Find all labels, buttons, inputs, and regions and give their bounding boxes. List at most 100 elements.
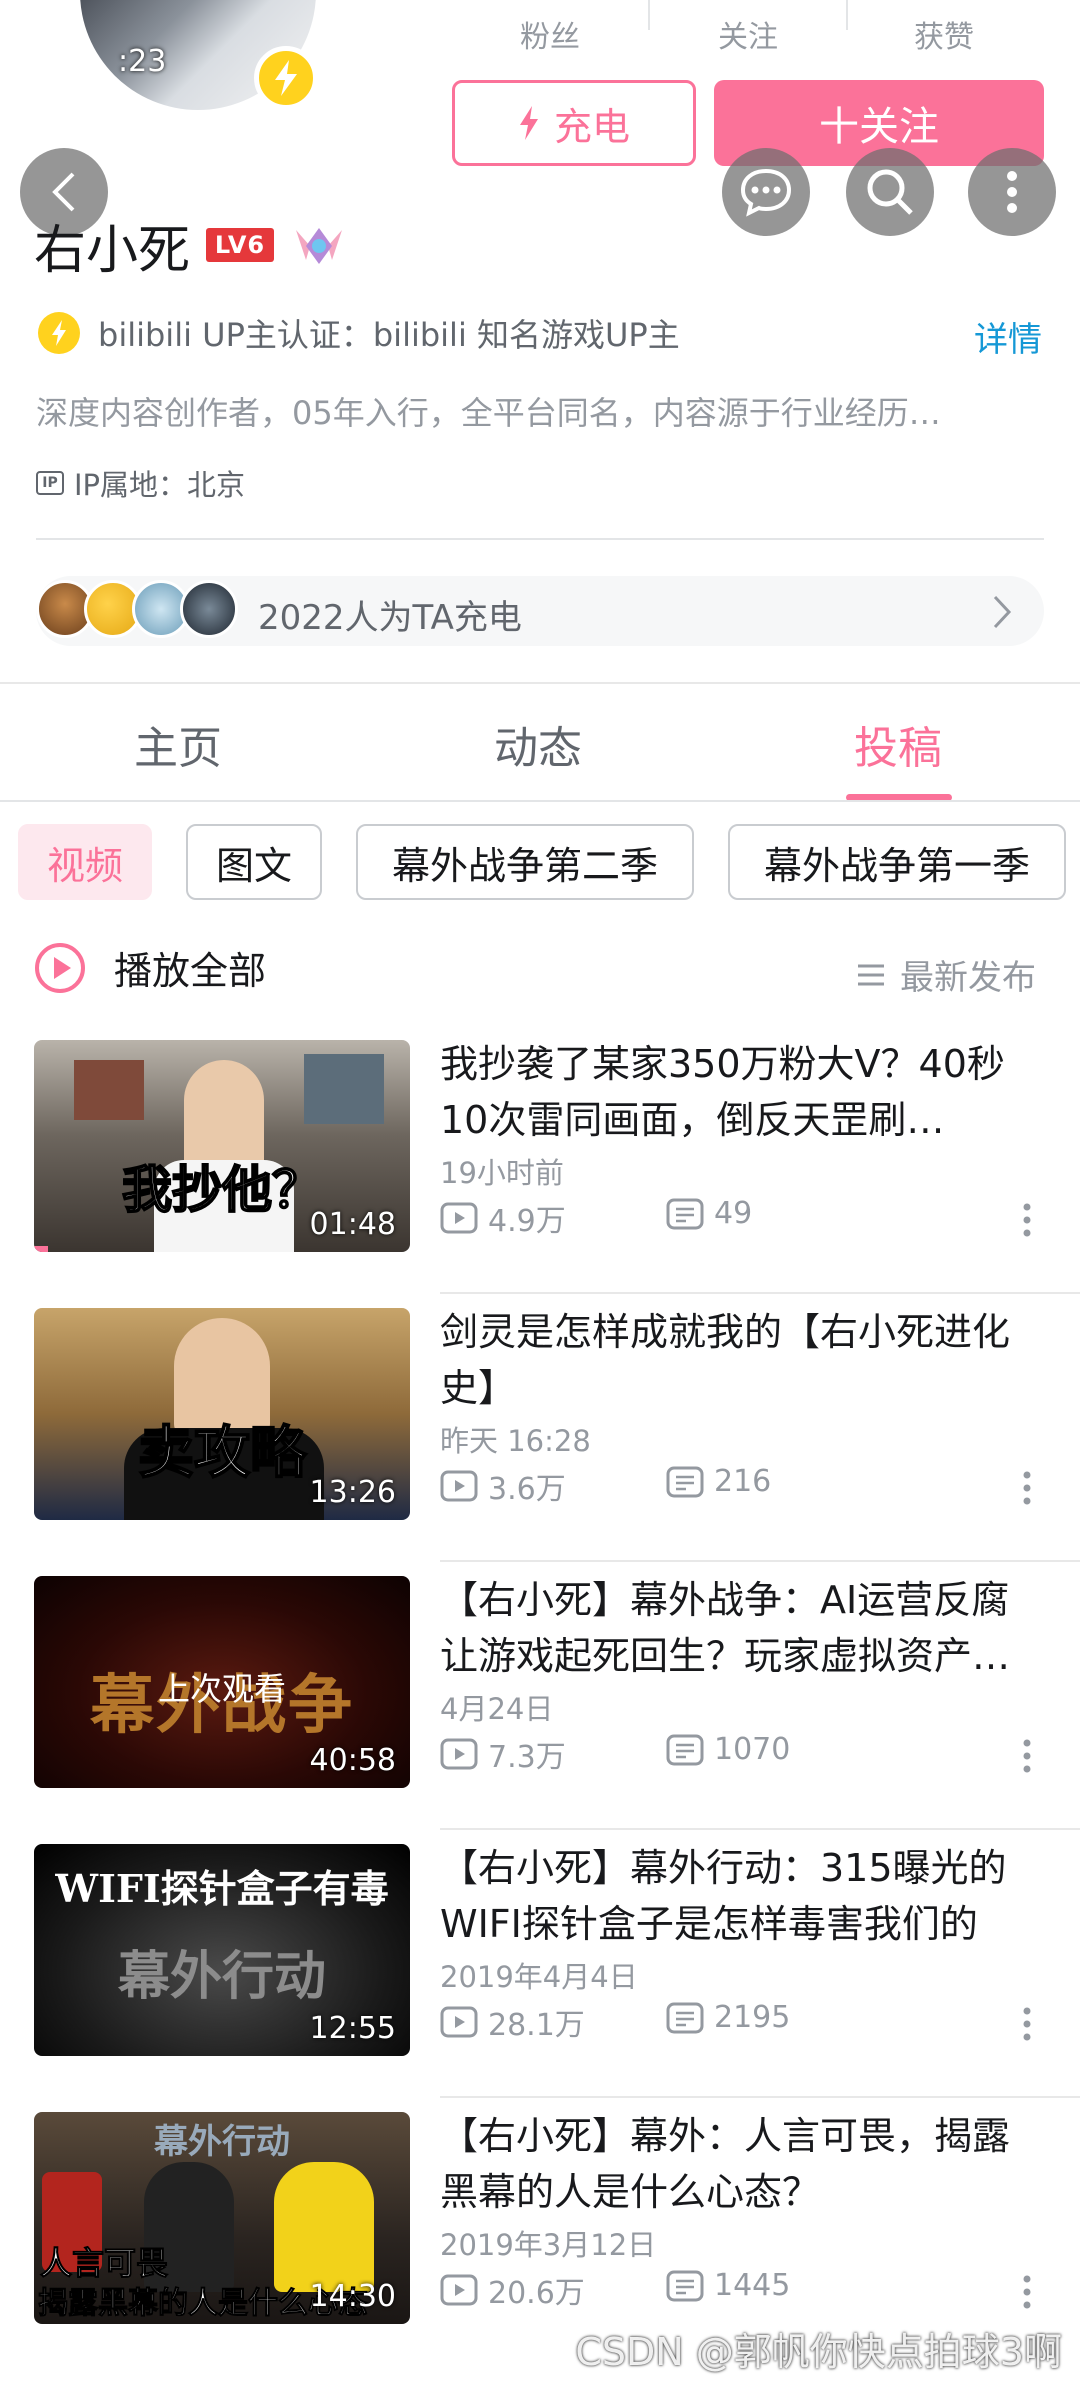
ip-text: IP属地：北京 [74, 468, 246, 502]
ip-icon: IP [36, 471, 64, 495]
view-count-value: 7.3万 [488, 1740, 566, 1775]
video-item[interactable]: WIFI探针盒子有毒 幕外行动 12:55 【右小死】幕外行动：315曝光的WI… [0, 1830, 1080, 2098]
video-title[interactable]: 【右小死】幕外战争：AI运营反腐让游戏起死回生？玩家虚拟资产… [440, 1572, 1040, 1684]
video-date: 2019年3月12日 [440, 2228, 657, 2262]
duration: 13:26 [309, 1475, 396, 1510]
video-thumbnail[interactable]: 幕外行动 人言可畏 揭露黑幕的人是什么心态 14:30 [34, 2112, 410, 2324]
charge-count-text: 2022人为TA充电 [258, 598, 522, 638]
more-vertical-icon[interactable] [1022, 1470, 1032, 1510]
tab-home[interactable]: 主页 [134, 712, 222, 776]
intro-text[interactable]: 深度内容创作者，05年入行，全平台同名，内容源于行业经历… [36, 388, 1036, 434]
video-date: 19小时前 [440, 1156, 564, 1190]
video-thumbnail[interactable]: 卖攻略 13:26 [34, 1308, 410, 1520]
comment-count: 2195 [666, 2000, 790, 2035]
comment-icon [666, 1734, 704, 1765]
video-item[interactable]: 幕外战争 上次观看 40:58 【右小死】幕外战争：AI运营反腐让游戏起死回生？… [0, 1562, 1080, 1830]
chat-bubble-icon [740, 168, 792, 217]
list-sort-icon [858, 964, 884, 985]
video-date: 昨天 16:28 [440, 1424, 591, 1458]
play-count-icon [440, 1202, 478, 1234]
view-count: 3.6万 [440, 1464, 566, 1508]
lightning-icon [519, 106, 538, 140]
comment-count: 1445 [666, 2268, 790, 2303]
level-badge: LV6 [206, 228, 274, 262]
duration: 12:55 [309, 2011, 396, 2046]
verification-row: bilibili UP主认证：bilibili 知名游戏UP主 [38, 310, 680, 356]
fans-label[interactable]: 粉丝 [520, 12, 580, 56]
comment-icon [666, 1198, 704, 1229]
more-vertical-icon[interactable] [1022, 1738, 1032, 1778]
comment-icon [666, 2270, 704, 2301]
view-count-value: 3.6万 [488, 1472, 566, 1507]
comment-count: 1070 [666, 1732, 790, 1767]
view-count-value: 20.6万 [488, 2276, 585, 2311]
view-count-value: 4.9万 [488, 1204, 566, 1239]
search-button[interactable] [846, 148, 934, 236]
video-thumbnail[interactable]: WIFI探针盒子有毒 幕外行动 12:55 [34, 1844, 410, 2056]
charge-button[interactable]: 充电 [452, 80, 696, 166]
watch-progress [34, 1246, 48, 1252]
play-circle-icon [35, 942, 85, 993]
more-menu-button[interactable] [968, 148, 1056, 236]
video-title[interactable]: 剑灵是怎样成就我的【右小死进化史】 [440, 1304, 1040, 1416]
search-icon [867, 169, 913, 215]
following-label[interactable]: 关注 [718, 12, 778, 56]
tab-dynamic[interactable]: 动态 [494, 712, 582, 776]
watermark: CSDN @郭帆你快点拍球3啊 [575, 2330, 1062, 2374]
avatar-time: :23 [118, 44, 167, 79]
view-count: 7.3万 [440, 1732, 566, 1776]
comment-count-value: 1070 [714, 1732, 791, 1767]
video-date: 4月24日 [440, 1692, 554, 1726]
chip-series-season2[interactable]: 幕外战争第二季 [356, 824, 694, 900]
divider [0, 682, 1080, 684]
divider [36, 538, 1044, 540]
chip-article[interactable]: 图文 [186, 824, 322, 900]
duration: 14:30 [309, 2279, 396, 2314]
comment-count-value: 216 [714, 1464, 772, 1499]
more-vertical-icon[interactable] [1022, 1202, 1032, 1242]
play-count-icon [440, 2274, 478, 2306]
divider [648, 0, 650, 30]
duration: 01:48 [309, 1207, 396, 1242]
detail-link[interactable]: 详情 [974, 312, 1042, 361]
sort-button[interactable]: 最新发布 [856, 950, 1036, 999]
last-watched-overlay: 上次观看 [157, 1670, 286, 1708]
divider [0, 800, 1080, 802]
video-title[interactable]: 我抄袭了某家350万粉大V？40秒10次雷同画面，倒反天罡刷… [440, 1036, 1040, 1148]
video-thumbnail[interactable]: 我抄他？ 01:48 [34, 1040, 410, 1252]
comment-icon [666, 1466, 704, 1497]
comment-icon [666, 2002, 704, 2033]
divider [846, 0, 848, 30]
likes-label: 获赞 [914, 20, 974, 55]
view-count: 4.9万 [440, 1196, 566, 1240]
medal-icon[interactable] [292, 220, 346, 274]
verified-lightning-icon [254, 46, 318, 110]
play-count-icon [440, 1470, 478, 1502]
ip-location: IP IP属地：北京 [36, 462, 245, 504]
video-item[interactable]: 卖攻略 13:26 剑灵是怎样成就我的【右小死进化史】 昨天 16:28 3.6… [0, 1294, 1080, 1562]
message-button[interactable] [722, 148, 810, 236]
view-count: 20.6万 [440, 2268, 585, 2312]
video-thumbnail[interactable]: 幕外战争 上次观看 40:58 [34, 1576, 410, 1788]
chip-video[interactable]: 视频 [18, 824, 152, 900]
tab-uploads[interactable]: 投稿 [854, 712, 942, 776]
play-all-button[interactable]: 播放全部 [34, 940, 266, 995]
comment-count-value: 1445 [714, 2268, 791, 2303]
comment-count: 49 [666, 1196, 752, 1231]
chevron-right-icon [992, 594, 1012, 634]
user-name: 右小死 [34, 221, 191, 281]
play-all-label: 播放全部 [114, 949, 267, 993]
view-count-value: 28.1万 [488, 2008, 585, 2043]
more-vertical-icon[interactable] [1022, 2274, 1032, 2314]
video-title[interactable]: 【右小死】幕外：人言可畏，揭露黑幕的人是什么心态？ [440, 2108, 1040, 2220]
more-vertical-icon[interactable] [1022, 2006, 1032, 2046]
video-title[interactable]: 【右小死】幕外行动：315曝光的WIFI探针盒子是怎样毒害我们的 [440, 1840, 1040, 1952]
more-vertical-icon [1007, 171, 1017, 213]
comment-count: 216 [666, 1464, 771, 1499]
video-item[interactable]: 我抄他？ 01:48 我抄袭了某家350万粉大V？40秒10次雷同画面，倒反天罡… [0, 1026, 1080, 1294]
chip-series-season1[interactable]: 幕外战争第一季 [728, 824, 1066, 900]
sort-label: 最新发布 [900, 958, 1036, 998]
follow-label: 十关注 [819, 104, 939, 150]
video-date: 2019年4月4日 [440, 1960, 638, 1994]
comment-count-value: 49 [714, 1196, 753, 1231]
